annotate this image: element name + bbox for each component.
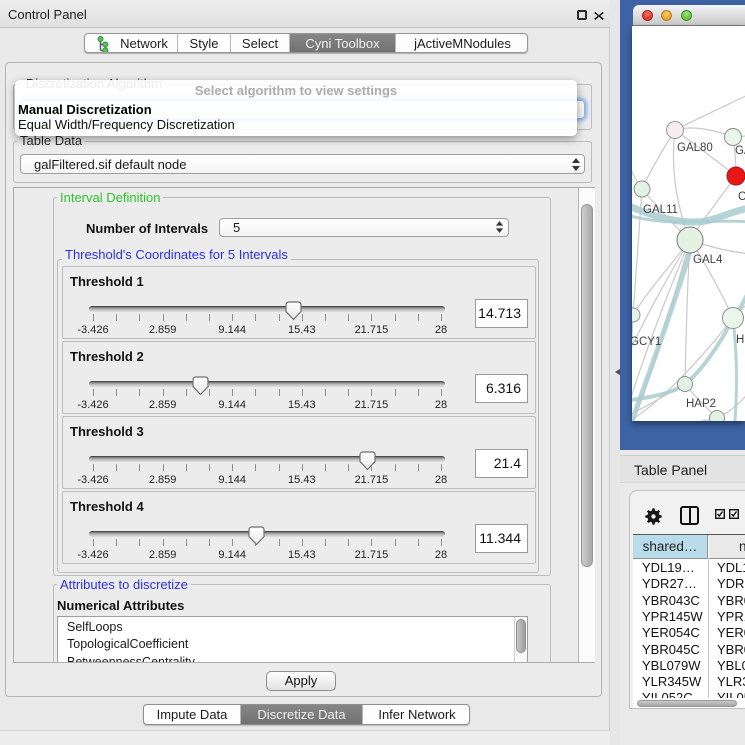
svg-text:C: C	[738, 191, 745, 203]
svg-text:GAL80: GAL80	[677, 142, 713, 154]
svg-text:GA: GA	[735, 145, 745, 157]
svg-text:HAP2: HAP2	[686, 398, 716, 410]
svg-text:GCY1: GCY1	[632, 336, 661, 348]
svg-text:H: H	[736, 334, 744, 346]
svg-text:GAL11: GAL11	[643, 204, 678, 216]
svg-text:GAL4: GAL4	[693, 254, 723, 266]
